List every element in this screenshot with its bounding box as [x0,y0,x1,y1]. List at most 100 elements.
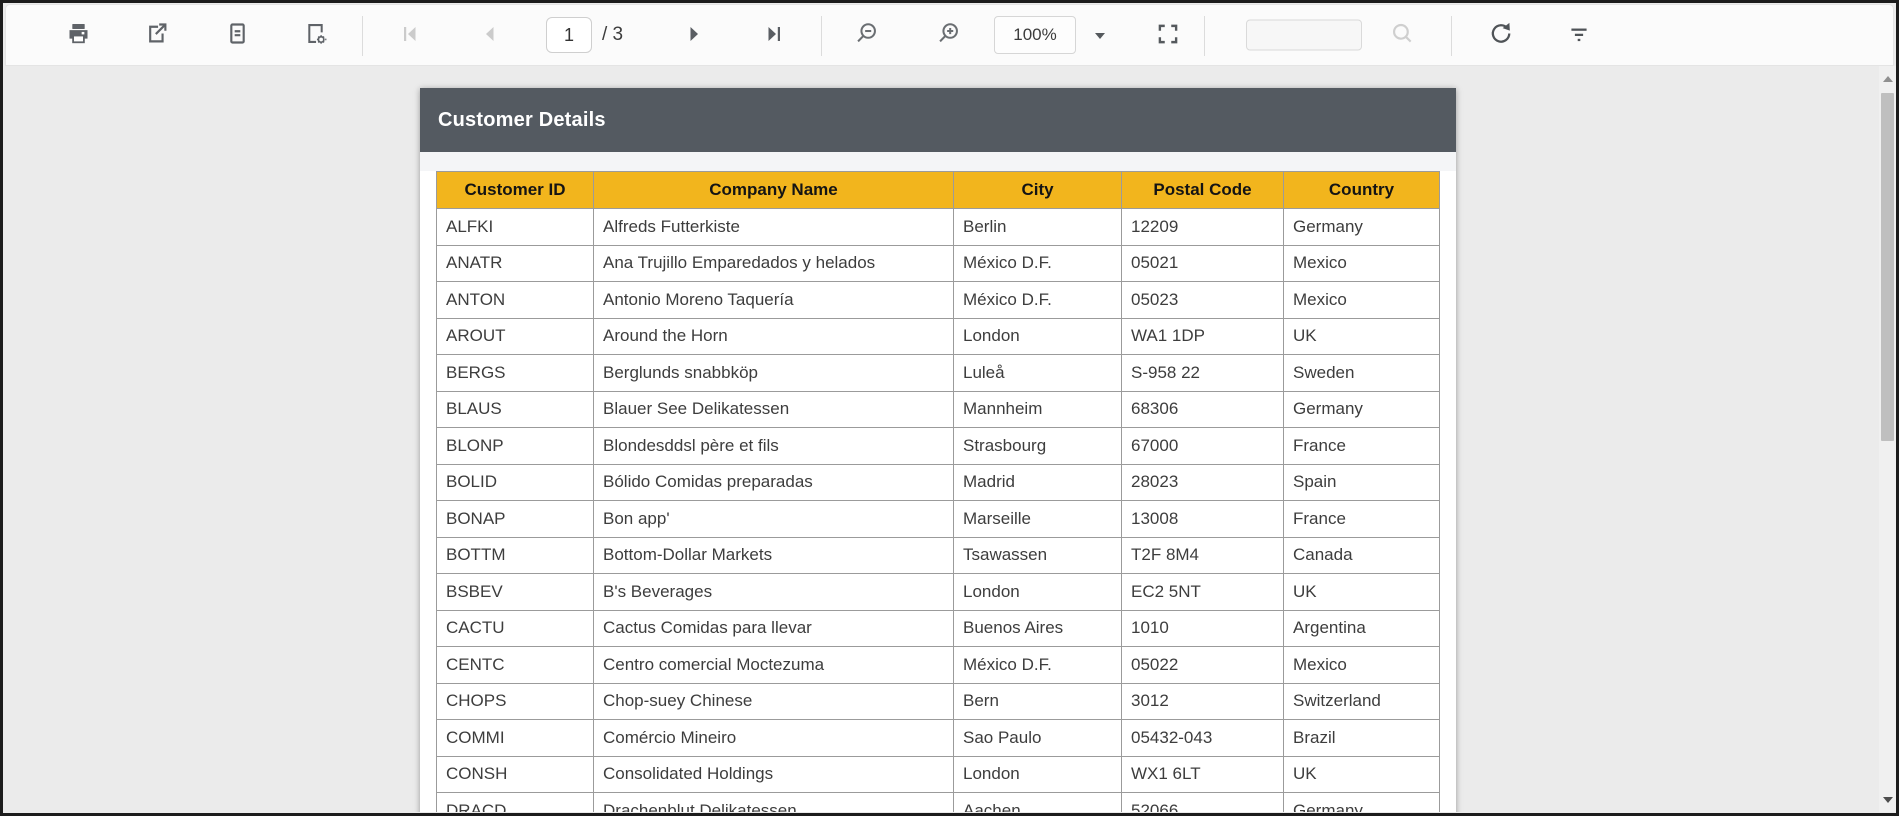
table-cell: Germany [1283,208,1440,246]
table-row: DRACD Drachenblut Delikatessen Aachen 52066… [436,792,1440,812]
zoom-in-button[interactable] [928,15,968,55]
table-cell: BSBEV [436,573,594,611]
table-row: ALFKI Alfreds Futterkiste Berlin 12209 Germa… [436,208,1440,246]
table-cell: 12209 [1121,208,1284,246]
table-cell: Luleå [953,354,1122,392]
table-cell: Alfreds Futterkiste [593,208,954,246]
table-row: CENTC Centro comercial Moctezuma México D.… [436,646,1440,684]
table-cell: CHOPS [436,682,594,720]
table-cell: Cactus Comidas para llevar [593,609,954,647]
table-cell: Switzerland [1283,682,1440,720]
print-layout-icon [224,20,251,50]
export-icon [144,20,171,50]
table-cell: France [1283,427,1440,465]
table-cell: 05021 [1121,244,1284,282]
table-cell: Bottom-Dollar Markets [593,536,954,574]
table-cell: EC2 5NT [1121,573,1284,611]
previous-page-button[interactable] [470,15,510,55]
table-cell: 67000 [1121,427,1284,465]
table-cell: 3012 [1121,682,1284,720]
table-cell: 52066 [1121,792,1284,812]
refresh-button[interactable] [1480,15,1520,55]
chevron-down-icon [1095,28,1105,43]
fit-to-page-icon [1155,21,1181,50]
last-page-button[interactable] [754,15,794,55]
table-cell: BONAP [436,500,594,538]
search-input[interactable] [1246,19,1362,51]
table-row: BONAP Bon app' Marseille 13008 France [436,500,1440,538]
customer-table-body: ALFKI Alfreds Futterkiste Berlin 12209 Germa… [436,208,1440,812]
table-row: BOLID Bólido Comidas preparadas Madrid 2802… [436,463,1440,501]
page-number-input[interactable] [546,17,592,53]
table-cell: Mexico [1283,244,1440,282]
column-header-city: City [953,171,1122,209]
table-row: AROUT Around the Horn London WA1 1DP UK [436,317,1440,355]
table-cell: México D.F. [953,244,1122,282]
table-cell: 13008 [1121,500,1284,538]
table-cell: Strasbourg [953,427,1122,465]
table-cell: Comércio Mineiro [593,719,954,757]
zoom-level-select[interactable]: 100% [994,16,1076,54]
table-cell: France [1283,500,1440,538]
first-page-button[interactable] [390,15,430,55]
table-cell: 28023 [1121,463,1284,501]
table-cell: London [953,755,1122,793]
table-cell: 1010 [1121,609,1284,647]
table-cell: Buenos Aires [953,609,1122,647]
search-button[interactable] [1382,15,1422,55]
table-row: CACTU Cactus Comidas para llevar Buenos Ai… [436,609,1440,647]
zoom-out-icon [853,20,880,50]
next-page-icon [682,22,706,49]
table-cell: Consolidated Holdings [593,755,954,793]
table-cell: DRACD [436,792,594,812]
report-viewer-window: / 3 [0,0,1899,816]
report-title-bar: Customer Details [420,88,1456,152]
previous-page-icon [478,22,502,49]
table-cell: Berlin [953,208,1122,246]
table-cell: 05023 [1121,281,1284,319]
page-setup-button[interactable] [295,15,335,55]
table-cell: London [953,573,1122,611]
table-cell: Argentina [1283,609,1440,647]
table-cell: CACTU [436,609,594,647]
zoom-level-caret-button[interactable] [1088,23,1112,47]
table-cell: Aachen [953,792,1122,812]
table-cell: BOLID [436,463,594,501]
table-cell: London [953,317,1122,355]
scroll-up-icon [1882,75,1893,82]
scrollbar-down-button[interactable] [1879,791,1896,808]
table-cell: México D.F. [953,646,1122,684]
table-cell: T2F 8M4 [1121,536,1284,574]
print-layout-button[interactable] [217,15,257,55]
vertical-scrollbar[interactable] [1879,66,1896,812]
table-cell: BLONP [436,427,594,465]
report-page: Customer Details Customer ID Company Nam… [420,88,1456,812]
refresh-icon [1487,20,1514,50]
toolbar-separator [821,16,822,56]
next-page-button[interactable] [674,15,714,55]
zoom-in-icon [935,20,962,50]
table-cell: UK [1283,573,1440,611]
table-cell: 05022 [1121,646,1284,684]
table-cell: 68306 [1121,390,1284,428]
table-cell: BLAUS [436,390,594,428]
toolbar-separator [1204,16,1205,56]
parameters-button[interactable] [1559,15,1599,55]
page-count-label: / 3 [602,24,624,45]
table-cell: Brazil [1283,719,1440,757]
table-cell: Sweden [1283,354,1440,392]
column-header-postal-code: Postal Code [1121,171,1284,209]
zoom-out-button[interactable] [846,15,886,55]
table-row: BLAUS Blauer See Delikatessen Mannheim 6830… [436,390,1440,428]
customer-table-header: Customer ID Company Name City Postal Cod… [436,171,1440,209]
print-button[interactable] [58,15,98,55]
table-cell: BERGS [436,354,594,392]
scrollbar-up-button[interactable] [1879,70,1896,87]
fit-to-page-button[interactable] [1148,15,1188,55]
table-row: BLONP Blondesddsl père et fils Strasbourg 6… [436,427,1440,465]
export-button[interactable] [137,15,177,55]
scrollbar-thumb[interactable] [1881,93,1894,441]
table-cell: Canada [1283,536,1440,574]
table-row: BERGS Berglunds snabbköp Luleå S-958 22 Swed… [436,354,1440,392]
table-cell: S-958 22 [1121,354,1284,392]
